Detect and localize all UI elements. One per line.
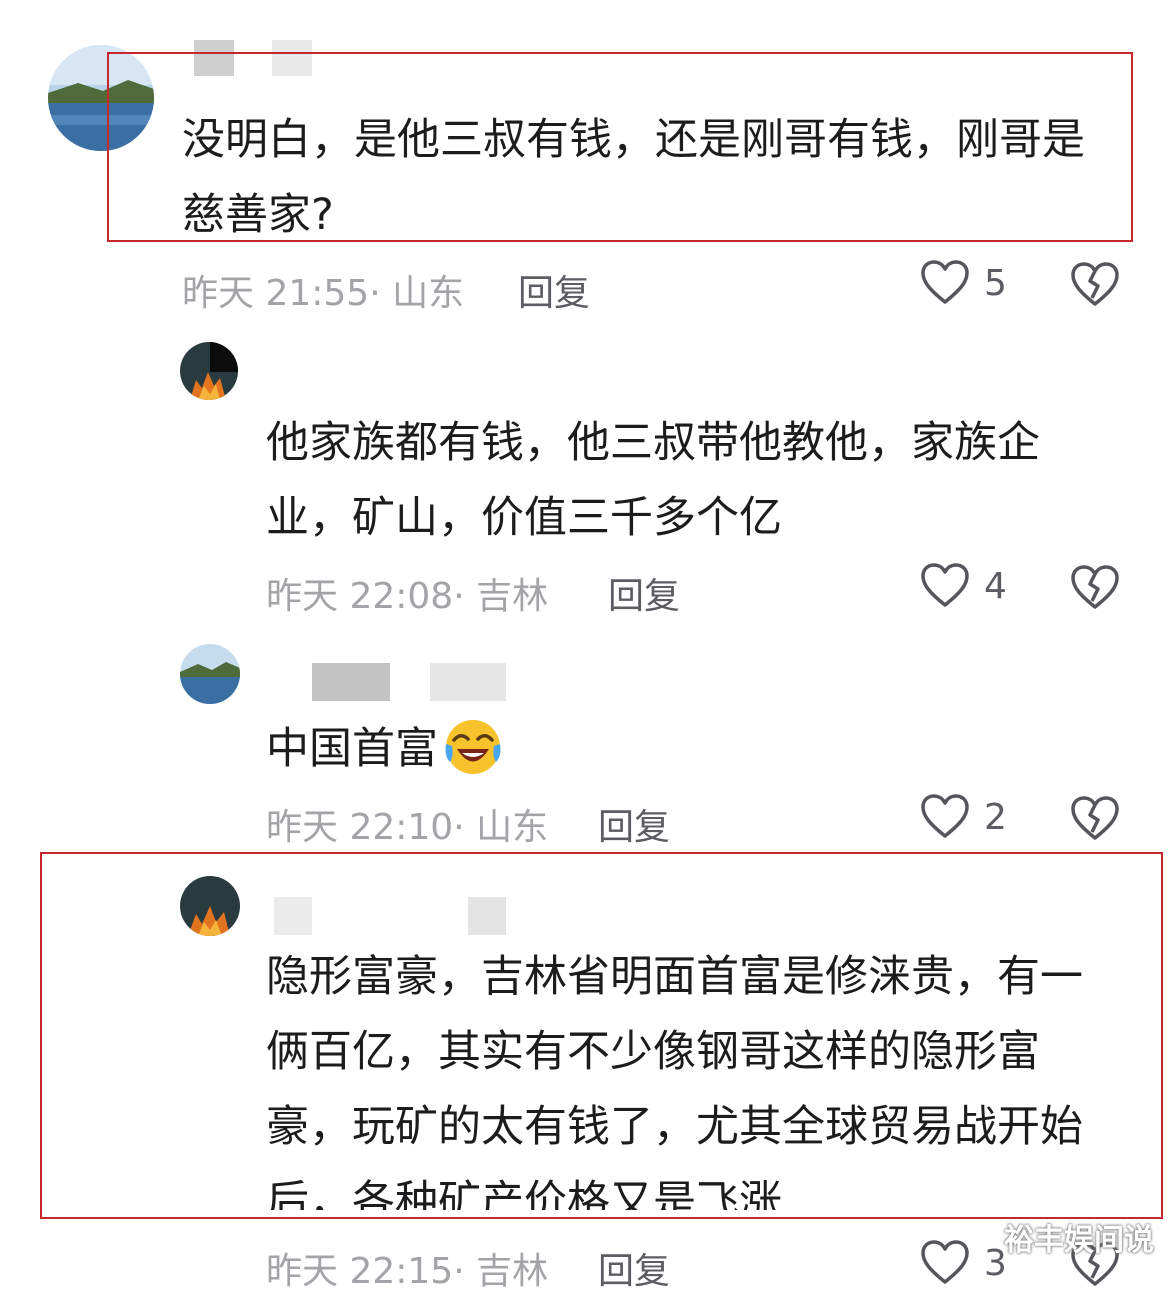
user-avatar[interactable] [180,342,238,400]
like-button[interactable]: 2 [920,794,1007,840]
reply-button[interactable]: 回复 [518,264,590,316]
heart-icon [921,794,969,838]
comment-meta: 昨天 22:15· 吉林 [266,1251,549,1292]
highlight-box-top [107,52,1133,242]
heart-icon [921,1240,969,1284]
broken-heart-icon [1071,262,1119,306]
reply-button[interactable]: 回复 [598,1242,670,1294]
broken-heart-icon [1071,565,1119,609]
heart-icon [921,563,969,607]
like-count: 5 [984,262,1007,304]
like-count: 2 [984,796,1007,838]
comment-text: 他家族都有钱，他三叔带他教他，家族企业，矿山，价值三千多个亿 [266,418,1040,543]
comment-meta: 昨天 21:55· 山东 [182,273,465,314]
like-button[interactable]: 3 [920,1240,1007,1286]
dislike-button[interactable] [1070,262,1120,312]
username-blurred [430,663,506,701]
comment-meta: 昨天 22:08· 吉林 [266,576,549,617]
comment-text-content: 中国首富 [266,724,438,774]
username-blurred[interactable] [312,663,390,701]
reply-button[interactable]: 回复 [608,567,680,619]
heart-icon [921,260,969,304]
like-button[interactable]: 5 [920,260,1007,306]
laughing-crying-emoji-icon [445,720,501,774]
highlight-box-bottom [40,852,1163,1219]
fire-avatar-icon [180,342,238,400]
broken-heart-icon [1071,796,1119,840]
comment-meta: 昨天 22:10· 山东 [266,807,549,848]
like-count: 4 [984,565,1007,607]
like-button[interactable]: 4 [920,563,1007,609]
user-avatar[interactable] [180,644,240,704]
comment-text: 中国首富 [266,712,438,787]
dislike-button[interactable] [1070,565,1120,615]
dislike-button[interactable] [1070,796,1120,846]
reply-button[interactable]: 回复 [598,798,670,850]
landscape-avatar-icon [180,644,240,704]
watermark: 裕丰娱间说 [1004,1223,1154,1258]
